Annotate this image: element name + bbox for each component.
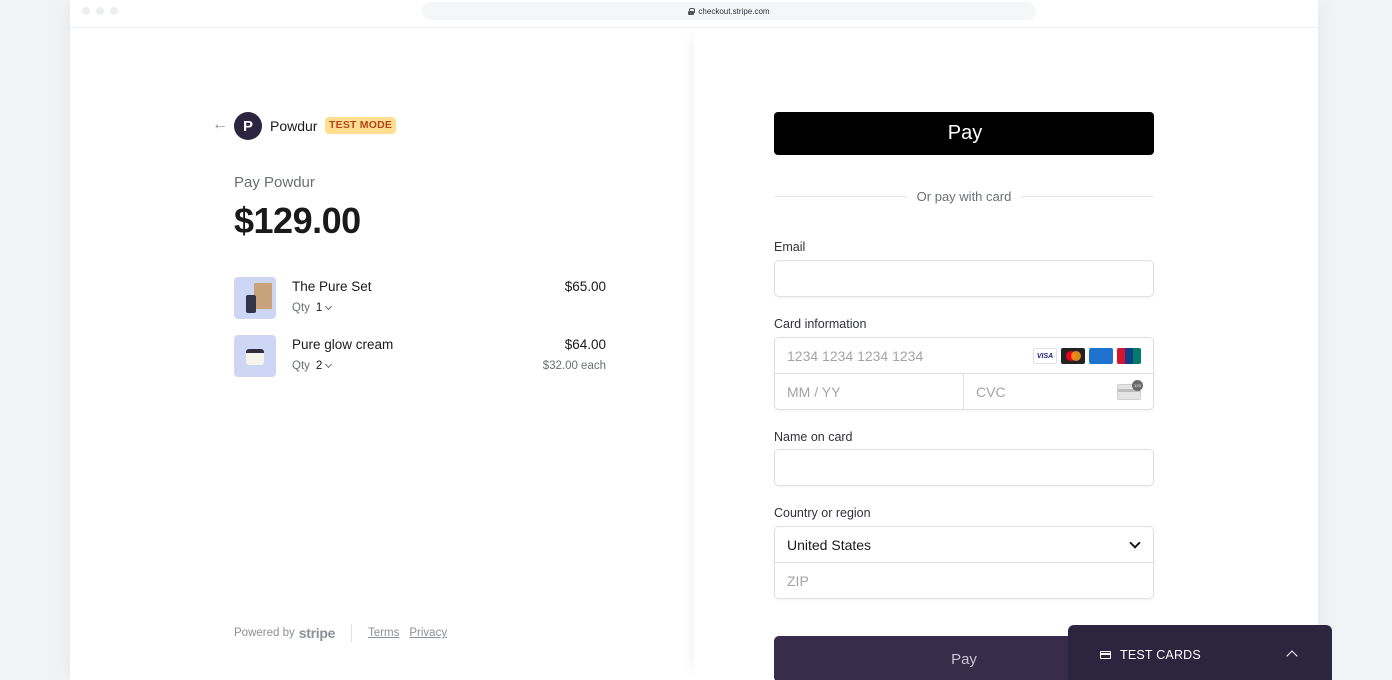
item-name: The Pure Set	[292, 279, 372, 294]
country-select[interactable]: United States	[775, 527, 1153, 563]
apple-pay-label: Pay	[947, 122, 983, 144]
name-on-card-field[interactable]	[775, 450, 1153, 485]
card-number-row: VISA	[775, 338, 1153, 374]
line-item: Pure glow cream Qty 2 $64.00 $32.00 each	[234, 335, 606, 377]
qty-value: 2	[315, 360, 323, 372]
test-cards-label: TEST CARDS	[1120, 648, 1201, 662]
test-cards-panel[interactable]: TEST CARDS	[1068, 625, 1332, 680]
browser-window: checkout.stripe.com ← P Powdur TEST MODE…	[70, 0, 1318, 680]
email-field[interactable]	[775, 261, 1153, 296]
visa-icon: VISA	[1033, 348, 1057, 364]
qty-label: Qty	[292, 360, 310, 372]
card-info-label: Card information	[774, 317, 867, 331]
zip-row	[775, 563, 1153, 599]
merchant-logo: P	[234, 112, 262, 140]
merchant-logo-letter: P	[242, 117, 253, 135]
address-bar[interactable]: checkout.stripe.com	[422, 2, 1036, 20]
email-field-wrapper	[774, 260, 1154, 297]
url-text: checkout.stripe.com	[698, 6, 770, 16]
qty-value: 1	[315, 302, 323, 314]
country-label: Country or region	[774, 506, 871, 520]
expiry-cell	[775, 374, 964, 410]
credit-card-icon	[1100, 651, 1111, 659]
merchant-name: Powdur	[270, 118, 318, 134]
terms-link[interactable]: Terms	[368, 627, 399, 639]
product-image	[234, 277, 276, 319]
window-dot[interactable]	[82, 7, 90, 15]
stripe-logo[interactable]: stripe	[299, 625, 336, 641]
cvc-cell	[964, 374, 1153, 410]
qty-label: Qty	[292, 302, 310, 314]
pay-label: Pay Powdur	[234, 174, 315, 191]
name-on-card-label: Name on card	[774, 430, 853, 444]
zip-input[interactable]	[775, 563, 1153, 599]
payment-form-panel: Pay Or pay with card Email Card informat…	[694, 28, 1318, 680]
qty-selector[interactable]: Qty 2	[292, 360, 333, 372]
item-unit-price: $32.00 each	[542, 360, 606, 372]
divider-text: Or pay with card	[916, 188, 1012, 204]
card-info-group: VISA	[774, 337, 1154, 410]
chevron-down-icon	[325, 360, 333, 369]
window-dot[interactable]	[96, 7, 104, 15]
lock-icon	[688, 7, 696, 15]
privacy-link[interactable]: Privacy	[409, 627, 447, 639]
item-price: $65.00	[564, 279, 606, 294]
amex-icon	[1089, 348, 1113, 364]
footer: Powered by stripe Terms Privacy	[234, 624, 457, 642]
test-mode-badge: TEST MODE	[325, 117, 397, 134]
browser-chrome: checkout.stripe.com	[70, 0, 1318, 28]
window-controls	[82, 7, 118, 15]
chevron-down-icon	[1129, 537, 1141, 549]
chevron-up-icon[interactable]	[1286, 650, 1298, 662]
item-price: $64.00	[564, 337, 606, 352]
total-amount: $129.00	[234, 200, 361, 241]
footer-divider	[351, 624, 353, 642]
country-group: United States	[774, 526, 1154, 599]
cvc-card-icon	[1117, 380, 1143, 400]
or-divider: Or pay with card	[774, 188, 1154, 204]
powered-by-text: Powered by	[234, 627, 295, 639]
line-item: The Pure Set Qty 1 $65.00	[234, 277, 606, 319]
unionpay-icon	[1117, 348, 1141, 364]
chevron-down-icon	[325, 302, 333, 311]
expiry-input[interactable]	[775, 374, 963, 410]
name-field-wrapper	[774, 449, 1154, 486]
item-name: Pure glow cream	[292, 337, 394, 352]
back-arrow-icon[interactable]: ←	[212, 117, 228, 133]
card-brand-icons: VISA	[1033, 348, 1141, 364]
order-summary-panel: ← P Powdur TEST MODE Pay Powdur $129.00 …	[70, 28, 694, 680]
country-value: United States	[787, 536, 872, 553]
window-dot[interactable]	[110, 7, 118, 15]
qty-selector[interactable]: Qty 1	[292, 302, 333, 314]
product-image	[234, 335, 276, 377]
email-label: Email	[774, 240, 806, 254]
apple-pay-button[interactable]: Pay	[774, 112, 1154, 155]
mastercard-icon	[1061, 348, 1085, 364]
